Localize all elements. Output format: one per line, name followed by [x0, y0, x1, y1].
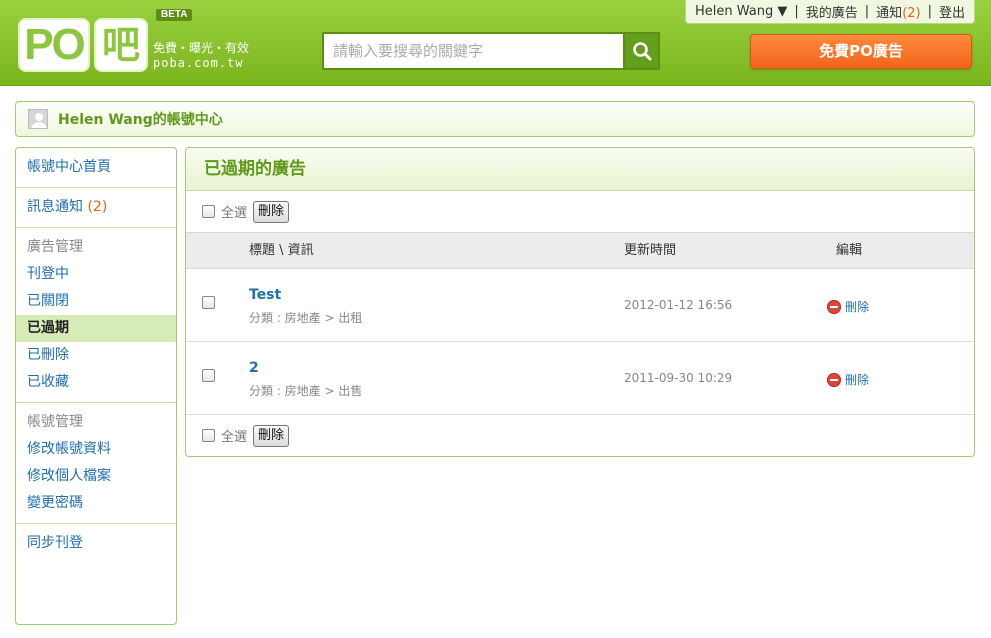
delete-icon	[827, 299, 841, 314]
user-menu-bar: Helen Wang ▼ | 我的廣告 | 通知(2) | 登出	[685, 0, 975, 24]
sidebar-section-notifications: 訊息通知 (2)	[16, 188, 176, 228]
sidebar-heading-account: 帳號管理	[27, 414, 83, 430]
column-title: 標題 \ 資訊	[249, 243, 314, 258]
bulk-actions-top: 全選 刪除	[186, 191, 974, 232]
avatar	[28, 109, 48, 129]
beta-badge: BETA	[156, 9, 193, 21]
sidebar-item-edit-profile[interactable]: 修改個人檔案	[16, 463, 176, 490]
search-icon	[632, 42, 652, 61]
logo-po-text: PO	[18, 18, 90, 72]
sidebar: 帳號中心首頁 訊息通知 (2) 廣告管理 刊登中 已關閉 已過期 已刪除 已收藏…	[15, 147, 177, 625]
sidebar-section-sync: 同步刊登	[16, 524, 176, 563]
my-ads-link[interactable]: 我的廣告	[806, 2, 858, 21]
search-bar	[322, 32, 660, 70]
select-all-checkbox[interactable]	[202, 429, 215, 442]
tagline: 免費・曝光・有效	[153, 41, 250, 55]
account-center-bar: Helen Wang的帳號中心	[15, 101, 975, 137]
ad-title-link[interactable]: 2	[249, 360, 259, 376]
ad-category: 分類 : 房地產 > 出租	[249, 311, 363, 325]
sidebar-item-home[interactable]: 帳號中心首頁	[16, 154, 176, 181]
select-all-label: 全選	[221, 430, 248, 445]
sidebar-section-home: 帳號中心首頁	[16, 148, 176, 188]
delete-icon	[827, 372, 841, 387]
notifications-link[interactable]: 通知(2)	[876, 2, 920, 21]
column-edit: 編輯	[836, 243, 863, 258]
ad-updated-time: 2011-09-30 10:29	[624, 371, 733, 385]
sidebar-item-ads-deleted[interactable]: 已刪除	[16, 342, 176, 369]
expired-ads-panel: 已過期的廣告 全選 刪除 標題 \ 資訊 更新時間 編輯 Test 分類 : 房…	[185, 147, 975, 457]
sidebar-item-ads-expired[interactable]: 已過期	[16, 315, 176, 342]
ad-category: 分類 : 房地產 > 出售	[249, 384, 363, 398]
ad-updated-time: 2012-01-12 16:56	[624, 298, 733, 312]
post-ad-button[interactable]: 免費PO廣告	[750, 34, 972, 69]
search-input[interactable]	[322, 32, 624, 70]
logo-ba-text: 吧	[94, 18, 148, 72]
sidebar-item-ads-saved[interactable]: 已收藏	[16, 369, 176, 396]
sidebar-item-ads-closed[interactable]: 已關閉	[16, 288, 176, 315]
bulk-delete-button[interactable]: 刪除	[253, 424, 290, 447]
row-delete-link[interactable]: 刪除	[827, 298, 869, 315]
user-dropdown[interactable]: Helen Wang ▼	[695, 4, 787, 19]
table-row: 2 分類 : 房地產 > 出售 2011-09-30 10:29 刪除	[186, 342, 974, 415]
bulk-delete-button[interactable]: 刪除	[253, 200, 290, 223]
page-title: 已過期的廣告	[186, 148, 974, 191]
row-checkbox[interactable]	[202, 296, 215, 309]
row-checkbox[interactable]	[202, 369, 215, 382]
select-all-label: 全選	[221, 206, 248, 221]
site-logo[interactable]: PO 吧	[18, 18, 148, 72]
sidebar-section-ads: 廣告管理 刊登中 已關閉 已過期 已刪除 已收藏	[16, 228, 176, 403]
row-delete-link[interactable]: 刪除	[827, 371, 869, 388]
ad-title-link[interactable]: Test	[249, 287, 281, 303]
site-domain: poba.com.tw	[153, 56, 244, 70]
column-updated: 更新時間	[624, 243, 677, 258]
chevron-down-icon: ▼	[777, 4, 788, 19]
bulk-actions-bottom: 全選 刪除	[186, 415, 974, 456]
table-header: 標題 \ 資訊 更新時間 編輯	[186, 232, 974, 269]
notification-count: (2)	[902, 6, 921, 21]
sidebar-item-sync-post[interactable]: 同步刊登	[16, 530, 176, 557]
sidebar-item-ads-live[interactable]: 刊登中	[16, 261, 176, 288]
sidebar-item-notifications[interactable]: 訊息通知 (2)	[16, 194, 176, 221]
logout-link[interactable]: 登出	[939, 2, 965, 21]
site-header: PO 吧 BETA 免費・曝光・有效 poba.com.tw Helen Wan…	[0, 0, 991, 86]
notification-count: (2)	[87, 199, 108, 215]
sidebar-section-account: 帳號管理 修改帳號資料 修改個人檔案 變更密碼	[16, 403, 176, 524]
account-center-title: Helen Wang的帳號中心	[58, 112, 223, 128]
search-button[interactable]	[623, 32, 660, 70]
sidebar-item-change-password[interactable]: 變更密碼	[16, 490, 176, 517]
username: Helen Wang	[694, 4, 774, 19]
sidebar-heading-ads: 廣告管理	[27, 239, 83, 255]
select-all-checkbox[interactable]	[202, 205, 215, 218]
table-row: Test 分類 : 房地產 > 出租 2012-01-12 16:56 刪除	[186, 269, 974, 342]
sidebar-item-edit-account[interactable]: 修改帳號資料	[16, 436, 176, 463]
